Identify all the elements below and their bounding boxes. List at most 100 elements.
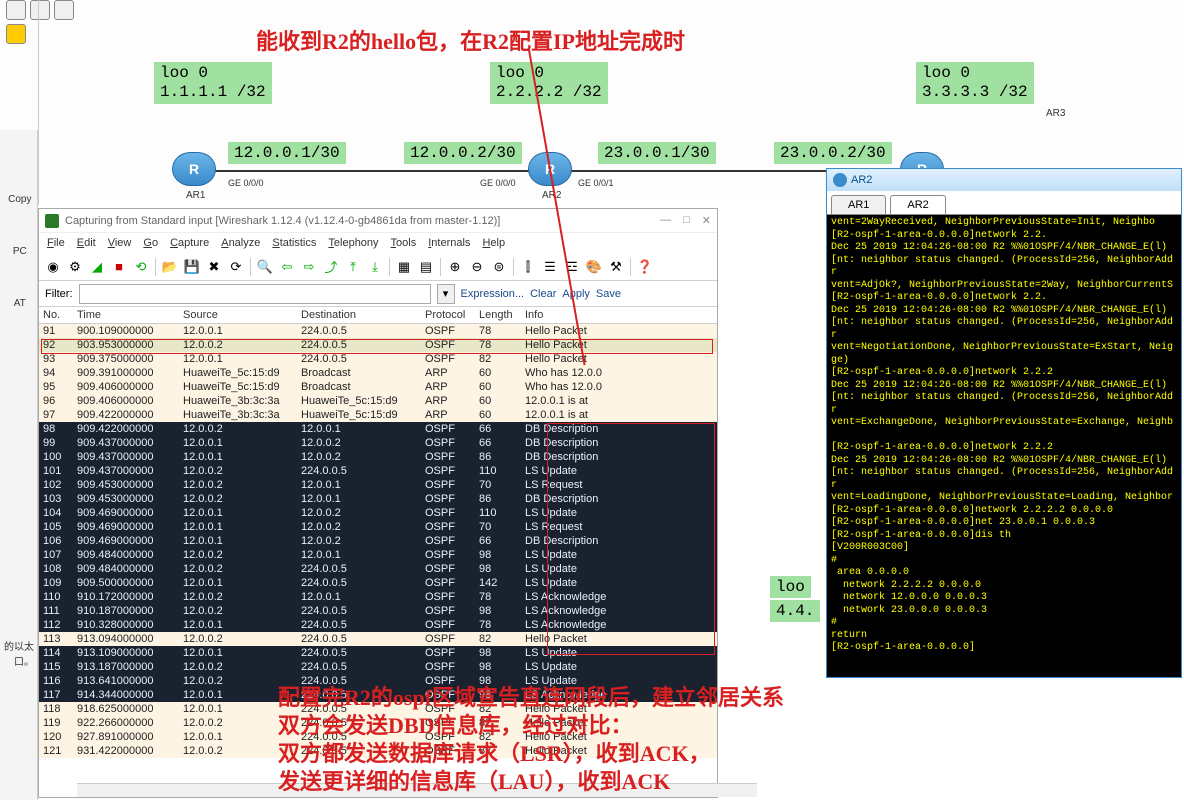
tb-options-icon[interactable]: ⚙	[65, 257, 85, 277]
packet-row[interactable]: 99909.43700000012.0.0.112.0.0.2OSPF66DB …	[39, 436, 717, 450]
left-tool-icons	[6, 0, 96, 44]
packet-row[interactable]: 91900.10900000012.0.0.1224.0.0.5OSPF78He…	[39, 324, 717, 339]
packet-row[interactable]: 95909.406000000HuaweiTe_5c:15:d9Broadcas…	[39, 380, 717, 394]
packet-row[interactable]: 109909.50000000012.0.0.1224.0.0.5OSPF142…	[39, 576, 717, 590]
ip-12-2: 12.0.0.2/30	[404, 142, 522, 164]
packet-row[interactable]: 92903.95300000012.0.0.2224.0.0.5OSPF78He…	[39, 338, 717, 352]
packet-row[interactable]: 106909.46900000012.0.0.112.0.0.2OSPF66DB…	[39, 534, 717, 548]
packet-row[interactable]: 98909.42200000012.0.0.212.0.0.1OSPF66DB …	[39, 422, 717, 436]
icon-lightning[interactable]	[6, 24, 26, 44]
col-proto[interactable]: Protocol	[421, 307, 475, 324]
icon-app2[interactable]	[30, 0, 50, 20]
packet-row[interactable]: 96909.406000000HuaweiTe_3b:3c:3aHuaweiTe…	[39, 394, 717, 408]
col-info[interactable]: Info	[521, 307, 717, 324]
menu-statistics[interactable]: Statistics	[272, 237, 316, 249]
wireshark-toolbar: ◉ ⚙ ◢ ■ ⟲ 📂 💾 ✖ ⟳ 🔍 ⇦ ⇨ ⤴ ⤒ ⤓ ▦ ▤ ⊕ ⊖ ⊜ …	[39, 253, 717, 281]
min-icon[interactable]: —	[660, 214, 671, 227]
col-source[interactable]: Source	[179, 307, 297, 324]
icon-app3[interactable]	[54, 0, 74, 20]
tb-capfilter-icon[interactable]: ☰	[540, 257, 560, 277]
filter-expression[interactable]: Expression...	[461, 288, 525, 300]
packet-row[interactable]: 103909.45300000012.0.0.212.0.0.1OSPF86DB…	[39, 492, 717, 506]
col-no[interactable]: No.	[39, 307, 73, 324]
close-icon[interactable]: ✕	[702, 214, 711, 227]
filter-apply[interactable]: Apply	[562, 288, 590, 300]
tb-zoom100-icon[interactable]: ⊜	[489, 257, 509, 277]
wireshark-titlebar[interactable]: Capturing from Standard input [Wireshark…	[39, 209, 717, 233]
packet-row[interactable]: 111910.18700000012.0.0.2224.0.0.5OSPF98L…	[39, 604, 717, 618]
col-len[interactable]: Length	[475, 307, 521, 324]
menu-file[interactable]: File	[47, 237, 65, 249]
tb-last-icon[interactable]: ⤓	[365, 257, 385, 277]
packet-row[interactable]: 112910.32800000012.0.0.1224.0.0.5OSPF78L…	[39, 618, 717, 632]
menu-telephony[interactable]: Telephony	[328, 237, 378, 249]
tb-fwd-icon[interactable]: ⇨	[299, 257, 319, 277]
router-icon	[833, 173, 847, 187]
tb-resize-icon[interactable]: ⫿	[518, 257, 538, 277]
menu-help[interactable]: Help	[482, 237, 505, 249]
tab-ar1[interactable]: AR1	[831, 195, 886, 214]
wireshark-title-text: Capturing from Standard input [Wireshark…	[65, 215, 500, 227]
tb-stop-icon[interactable]: ■	[109, 257, 129, 277]
menu-tools[interactable]: Tools	[391, 237, 417, 249]
tb-restart-icon[interactable]: ⟲	[131, 257, 151, 277]
packet-row[interactable]: 115913.18700000012.0.0.2224.0.0.5OSPF98L…	[39, 660, 717, 674]
tb-save-icon[interactable]: 💾	[182, 257, 202, 277]
filter-dropdown-icon[interactable]: ▾	[437, 284, 455, 304]
tb-interfaces-icon[interactable]: ◉	[43, 257, 63, 277]
annotation-top: 能收到R2的hello包，在R2配置IP地址完成时	[256, 24, 685, 56]
filter-input[interactable]	[79, 284, 431, 304]
menu-analyze[interactable]: Analyze	[221, 237, 260, 249]
ip-23-2: 23.0.0.2/30	[774, 142, 892, 164]
packet-row[interactable]: 97909.422000000HuaweiTe_3b:3c:3aHuaweiTe…	[39, 408, 717, 422]
packet-row[interactable]: 100909.43700000012.0.0.112.0.0.2OSPF86DB…	[39, 450, 717, 464]
packet-row[interactable]: 93909.37500000012.0.0.1224.0.0.5OSPF82He…	[39, 352, 717, 366]
tb-first-icon[interactable]: ⤒	[343, 257, 363, 277]
menu-edit[interactable]: Edit	[77, 237, 96, 249]
filter-label: Filter:	[45, 288, 73, 300]
ar2-titlebar[interactable]: AR2	[827, 169, 1181, 191]
packet-row[interactable]: 107909.48400000012.0.0.212.0.0.1OSPF98LS…	[39, 548, 717, 562]
tb-reload-icon[interactable]: ⟳	[226, 257, 246, 277]
tb-help-icon[interactable]: ❓	[635, 257, 655, 277]
packet-row[interactable]: 105909.46900000012.0.0.112.0.0.2OSPF70LS…	[39, 520, 717, 534]
tb-back-icon[interactable]: ⇦	[277, 257, 297, 277]
packet-row[interactable]: 114913.10900000012.0.0.1224.0.0.5OSPF98L…	[39, 646, 717, 660]
tb-start-icon[interactable]: ◢	[87, 257, 107, 277]
packet-row[interactable]: 108909.48400000012.0.0.2224.0.0.5OSPF98L…	[39, 562, 717, 576]
packet-row[interactable]: 101909.43700000012.0.0.2224.0.0.5OSPF110…	[39, 464, 717, 478]
menu-capture[interactable]: Capture	[170, 237, 209, 249]
packet-row[interactable]: 113913.09400000012.0.0.2224.0.0.5OSPF82H…	[39, 632, 717, 646]
router-r1[interactable]: R	[172, 152, 216, 186]
filter-save[interactable]: Save	[596, 288, 621, 300]
annotation-b4: 发送更详细的信息库（LAU），收到ACK	[278, 764, 670, 796]
tb-find-icon[interactable]: 🔍	[255, 257, 275, 277]
packet-row[interactable]: 104909.46900000012.0.0.112.0.0.2OSPF110L…	[39, 506, 717, 520]
packet-row[interactable]: 110910.17200000012.0.0.212.0.0.1OSPF78LS…	[39, 590, 717, 604]
ar2-console[interactable]: vent=2WayReceived, NeighborPreviousState…	[827, 215, 1181, 657]
max-icon[interactable]: □	[683, 214, 690, 227]
menu-go[interactable]: Go	[143, 237, 158, 249]
tb-open-icon[interactable]: 📂	[160, 257, 180, 277]
tb-autoscroll-icon[interactable]: ▤	[416, 257, 436, 277]
tb-close-icon[interactable]: ✖	[204, 257, 224, 277]
col-time[interactable]: Time	[73, 307, 179, 324]
icon-app1[interactable]	[6, 0, 26, 20]
loo0-r2: loo 02.2.2.2 /32	[490, 62, 608, 104]
tb-goto-icon[interactable]: ⤴	[321, 257, 341, 277]
router-r1-label: AR1	[186, 190, 205, 201]
packet-row[interactable]: 94909.391000000HuaweiTe_5c:15:d9Broadcas…	[39, 366, 717, 380]
loo0-r3: loo 03.3.3.3 /32	[916, 62, 1034, 104]
tb-coloring-icon[interactable]: 🎨	[584, 257, 604, 277]
tb-prefs-icon[interactable]: ⚒	[606, 257, 626, 277]
loo0-r1: loo 01.1.1.1 /32	[154, 62, 272, 104]
tb-zoomout-icon[interactable]: ⊖	[467, 257, 487, 277]
tb-colorize-icon[interactable]: ▦	[394, 257, 414, 277]
packet-row[interactable]: 102909.45300000012.0.0.212.0.0.1OSPF70LS…	[39, 478, 717, 492]
col-dest[interactable]: Destination	[297, 307, 421, 324]
menu-internals[interactable]: Internals	[428, 237, 470, 249]
tb-zoomin-icon[interactable]: ⊕	[445, 257, 465, 277]
tab-ar2[interactable]: AR2	[890, 195, 945, 214]
menu-view[interactable]: View	[108, 237, 132, 249]
filter-clear[interactable]: Clear	[530, 288, 556, 300]
